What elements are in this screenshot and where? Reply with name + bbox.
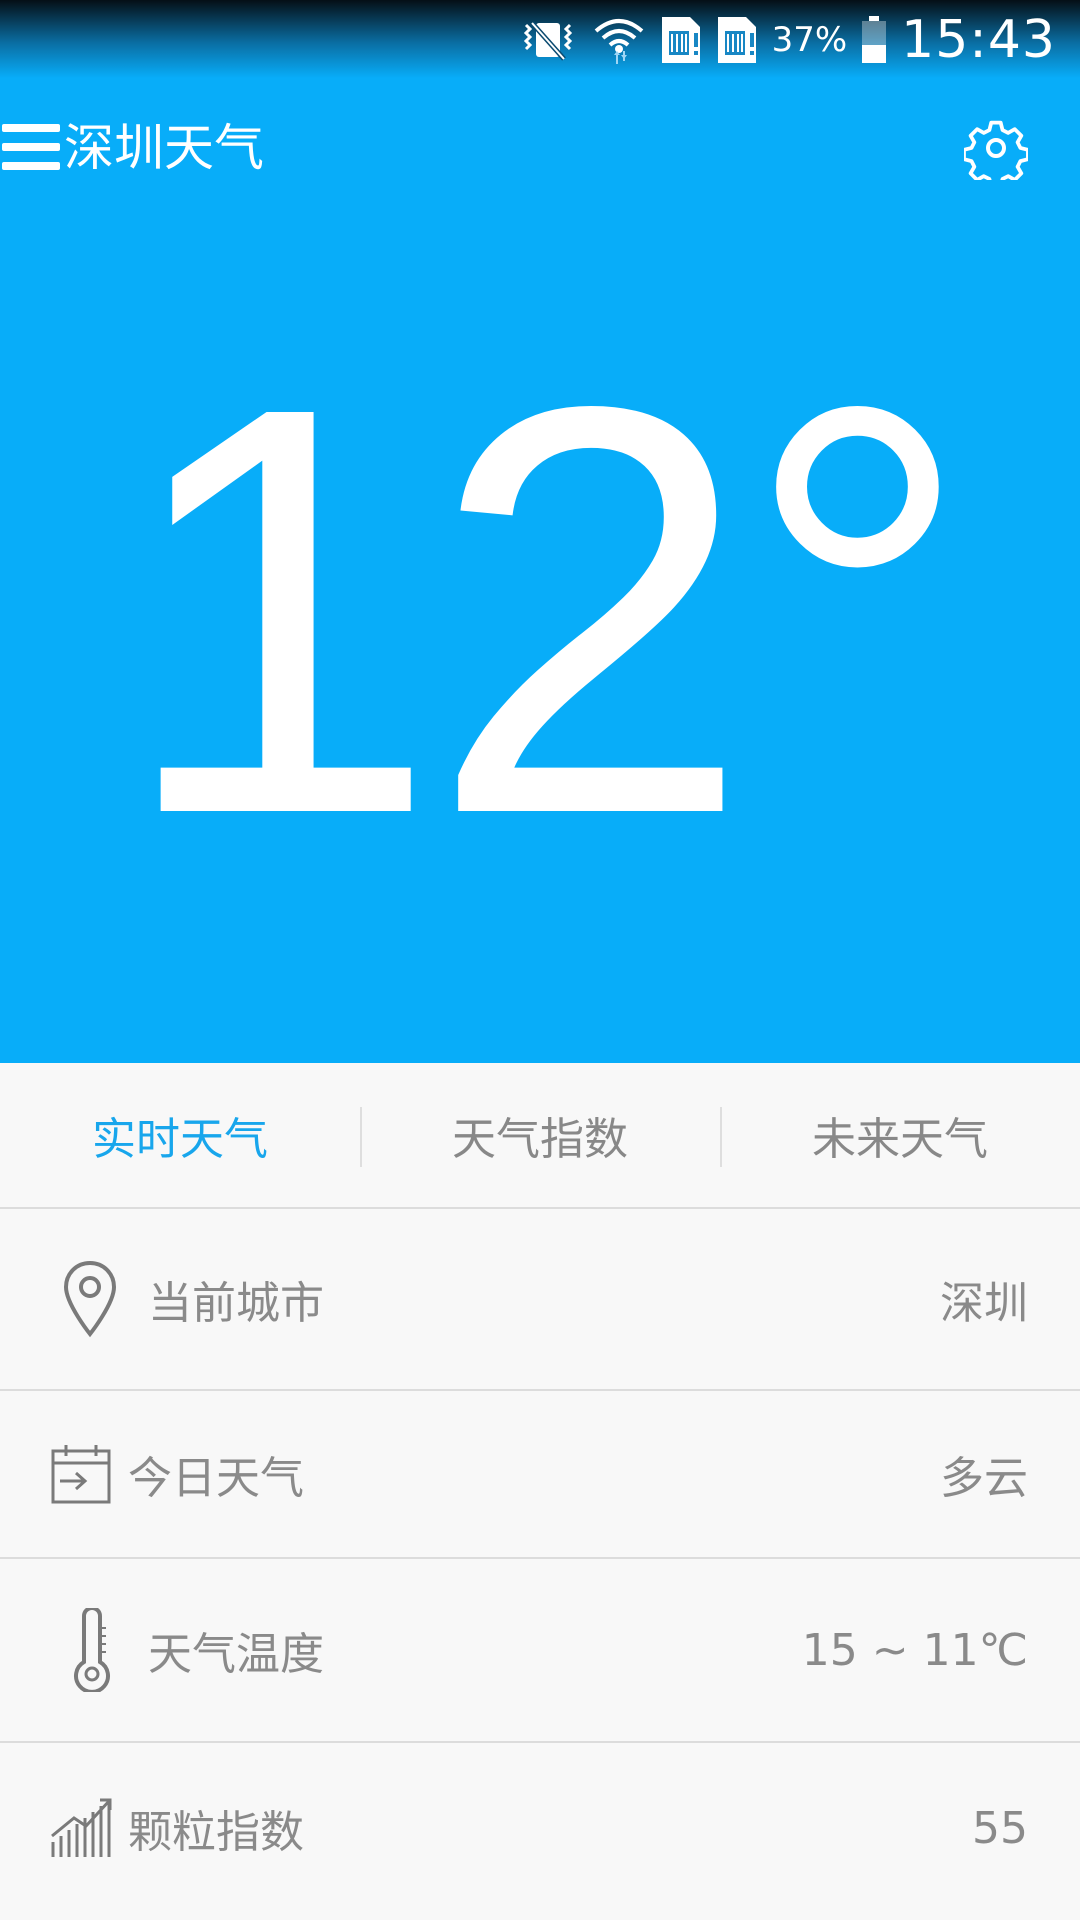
list-item-current-city: 当前城市 深圳 [0,1209,1080,1391]
particle-index-label: 颗粒指数 [128,1807,304,1858]
location-pin-icon [63,1260,117,1338]
list-item-today-weather: 今日天气 多云 [0,1391,1080,1559]
weather-detail-list: 当前城市 深圳 今日天气 多云 天气温度 15 ~ 11℃ 颗粒指数 55 [0,1209,1080,1913]
sim1-icon [661,17,700,63]
app-bar: 深圳天气 [0,100,1080,196]
status-bar: 37% 15:43 [0,0,1080,78]
tab-future-weather[interactable]: 未来天气 [720,1063,1080,1207]
tab-realtime-weather[interactable]: 实时天气 [0,1063,360,1207]
calendar-icon [51,1445,111,1504]
temperature-range-value: 15 ~ 11℃ [801,1624,1028,1676]
battery-icon [862,16,887,63]
temperature-range-label: 天气温度 [148,1629,324,1680]
thermometer-icon [74,1608,110,1692]
status-icons: 37% 15:43 [518,8,1056,72]
hamburger-menu-icon-line [2,143,60,151]
current-temperature: 12° [0,320,1080,900]
settings-button[interactable] [962,116,1030,189]
today-weather-label: 今日天气 [128,1453,304,1504]
weather-tabs: 实时天气 天气指数 未来天气 [0,1063,1080,1209]
wifi-icon [594,19,643,64]
weather-app-screen: 37% 15:43 深圳天气 12° 实时天气 天气指数 未来天气 当前城市 深… [0,0,1080,1920]
bar-chart-icon [51,1798,112,1857]
current-city-value: 深圳 [940,1278,1028,1329]
gear-icon [962,120,1030,189]
particle-index-value: 55 [972,1802,1028,1854]
current-weather-panel: 37% 15:43 深圳天气 12° [0,0,1080,1063]
clock: 15:43 [901,10,1056,70]
current-city-label: 当前城市 [148,1278,324,1329]
temperature-value: 12° [116,286,973,934]
vibrate-mute-icon [523,21,572,61]
page-title: 深圳天气 [64,119,264,177]
hamburger-menu-icon [2,124,60,132]
list-item-temperature-range: 天气温度 15 ~ 11℃ [0,1559,1080,1743]
hamburger-menu-icon-line [2,162,60,170]
today-weather-value: 多云 [940,1453,1028,1504]
tab-weather-index[interactable]: 天气指数 [360,1063,720,1207]
menu-button[interactable] [2,124,62,174]
battery-percent: 37% [771,20,848,60]
sim2-icon [717,17,756,63]
list-item-particle-index: 颗粒指数 55 [0,1743,1080,1913]
